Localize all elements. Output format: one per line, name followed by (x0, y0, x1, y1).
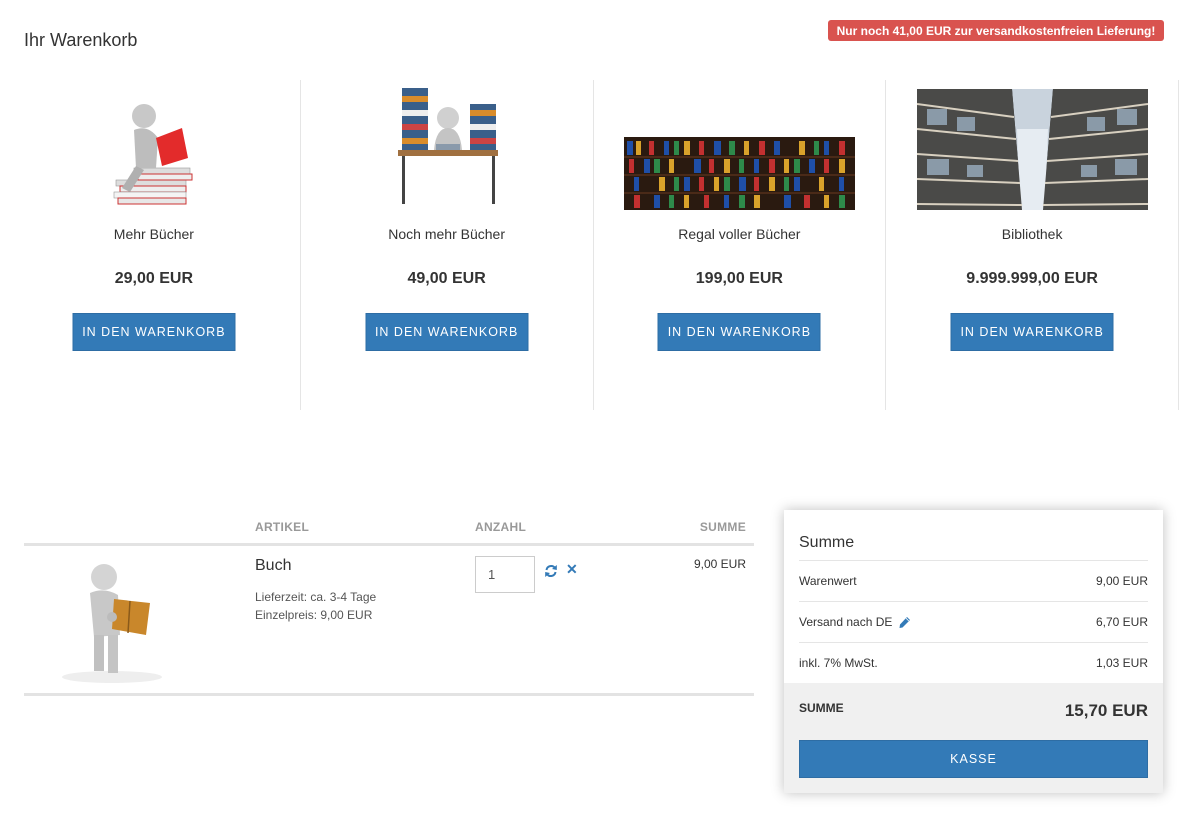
product-recommendations: Mehr Bücher 29,00 EUR IN DEN WARENKORB N… (8, 80, 1179, 410)
add-to-cart-button[interactable]: IN DEN WARENKORB (365, 313, 529, 351)
product-card: Mehr Bücher 29,00 EUR IN DEN WARENKORB (8, 80, 301, 410)
product-name[interactable]: Bibliothek (886, 226, 1178, 242)
product-card: Regal voller Bücher 199,00 EUR IN DEN WA… (594, 80, 887, 410)
pencil-icon[interactable] (898, 616, 911, 629)
product-name[interactable]: Regal voller Bücher (594, 226, 886, 242)
cart-item-title[interactable]: Buch (255, 557, 291, 575)
remove-icon[interactable]: ✕ (566, 561, 578, 578)
summary-total-label: SUMME (799, 701, 844, 715)
product-price: 9.999.999,00 EUR (966, 270, 1098, 287)
summary-line-vat: inkl. 7% MwSt. 1,03 EUR (799, 642, 1148, 683)
column-header-article: ARTIKEL (255, 520, 310, 534)
order-summary-panel: Summe Warenwert 9,00 EUR Versand nach DE… (784, 510, 1163, 793)
cart-item-sum: 9,00 EUR (693, 557, 746, 571)
cart-item-image[interactable] (52, 557, 172, 685)
summary-total-box: SUMME 15,70 EUR KASSE (784, 683, 1163, 793)
summary-line-value: 6,70 EUR (1095, 615, 1148, 629)
cart-item-delivery: Lieferzeit: ca. 3-4 Tage (255, 590, 377, 604)
page-title: Ihr Warenkorb (24, 30, 138, 50)
product-price: 49,00 EUR (407, 270, 486, 287)
cart-item-unit-price: Einzelpreis: 9,00 EUR (255, 608, 373, 622)
add-to-cart-button[interactable]: IN DEN WARENKORB (950, 313, 1114, 351)
summary-line-goods-value: Warenwert 9,00 EUR (799, 560, 1148, 601)
product-image[interactable] (301, 88, 593, 210)
refresh-icon[interactable] (544, 564, 558, 578)
summary-line-label: Versand nach DE (799, 615, 893, 629)
cart-table-header: ARTIKEL ANZAHL SUMME (24, 510, 754, 546)
summary-line-shipping: Versand nach DE 6,70 EUR (799, 601, 1148, 642)
cart-item-meta: Lieferzeit: ca. 3-4 Tage Einzelpreis: 9,… (255, 588, 376, 624)
column-header-sum: SUMME (699, 520, 746, 534)
product-image[interactable] (886, 88, 1178, 210)
summary-line-value: 1,03 EUR (1095, 656, 1148, 670)
add-to-cart-button[interactable]: IN DEN WARENKORB (657, 313, 821, 351)
column-header-quantity: ANZAHL (475, 520, 527, 534)
product-card: Noch mehr Bücher 49,00 EUR IN DEN WARENK… (301, 80, 594, 410)
product-price: 29,00 EUR (114, 270, 193, 287)
product-price: 199,00 EUR (695, 270, 783, 287)
summary-title: Summe (799, 534, 855, 551)
quantity-input[interactable] (475, 556, 535, 593)
summary-line-label: Warenwert (799, 574, 857, 588)
checkout-button[interactable]: KASSE (799, 740, 1148, 778)
cart-item-row: Buch Lieferzeit: ca. 3-4 Tage Einzelprei… (24, 547, 754, 696)
product-name[interactable]: Mehr Bücher (8, 226, 300, 242)
free-shipping-badge: Nur noch 41,00 EUR zur versandkostenfrei… (828, 20, 1164, 41)
product-name[interactable]: Noch mehr Bücher (301, 226, 593, 242)
summary-total-value: 15,70 EUR (1064, 701, 1148, 720)
summary-line-label: inkl. 7% MwSt. (799, 656, 878, 670)
product-image[interactable] (8, 88, 300, 210)
summary-line-value: 9,00 EUR (1095, 574, 1148, 588)
add-to-cart-button[interactable]: IN DEN WARENKORB (72, 313, 236, 351)
product-image[interactable] (594, 88, 886, 210)
product-card: Bibliothek 9.999.999,00 EUR IN DEN WAREN… (886, 80, 1179, 410)
